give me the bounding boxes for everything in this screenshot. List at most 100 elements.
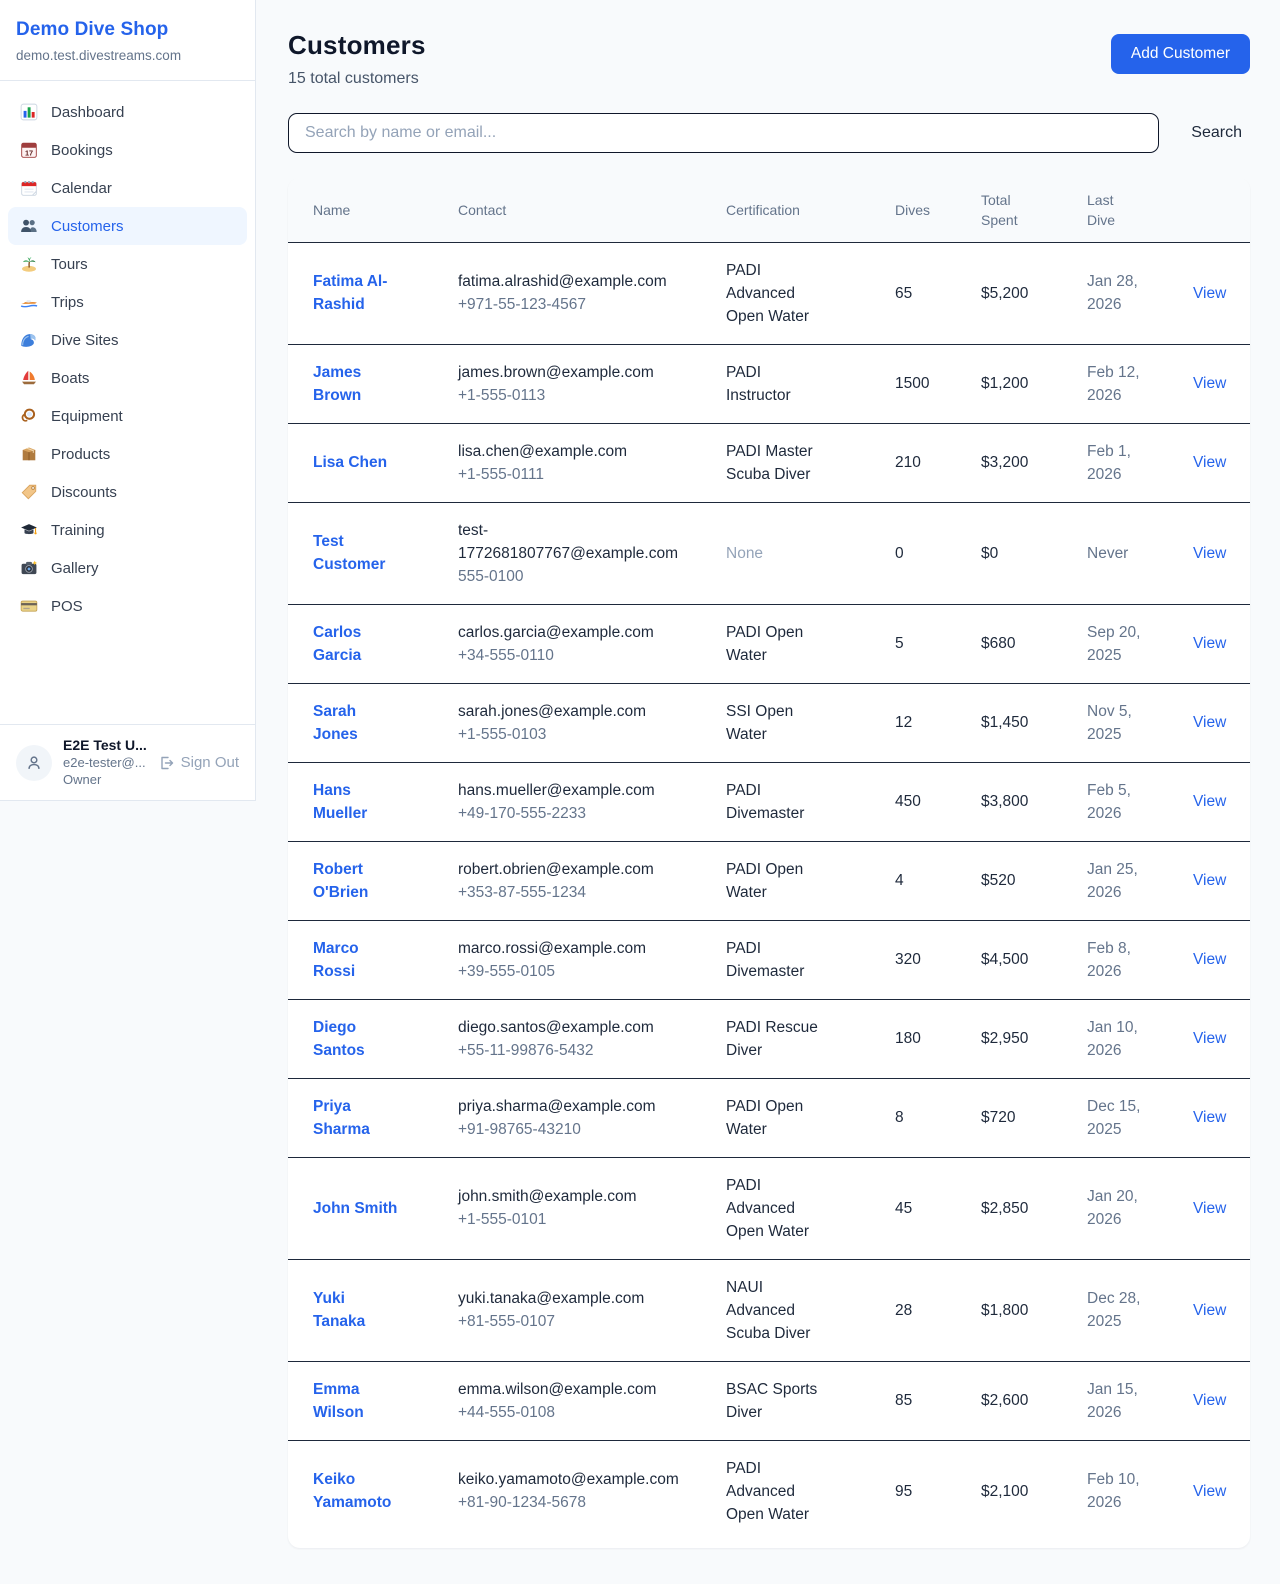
view-link[interactable]: View bbox=[1193, 714, 1226, 731]
customer-certification: PADI Rescue Diver bbox=[726, 1016, 825, 1062]
sidebar-item-discounts[interactable]: Discounts bbox=[8, 473, 247, 511]
sidebar-item-bookings[interactable]: 17 Bookings bbox=[8, 131, 247, 169]
search-row: Search bbox=[288, 113, 1250, 153]
add-customer-button[interactable]: Add Customer bbox=[1111, 34, 1250, 74]
sidebar-item-boats[interactable]: Boats bbox=[8, 359, 247, 397]
customer-email: robert.obrien@example.com bbox=[458, 858, 687, 881]
table-row: Carlos Garcia carlos.garcia@example.com … bbox=[288, 604, 1250, 683]
table-row: Yuki Tanaka yuki.tanaka@example.com +81-… bbox=[288, 1259, 1250, 1361]
customer-name-link[interactable]: Keiko Yamamoto bbox=[313, 1471, 391, 1511]
customer-dives: 320 bbox=[870, 920, 956, 999]
customer-certification: PADI Advanced Open Water bbox=[726, 1174, 825, 1243]
customer-name-link[interactable]: Test Customer bbox=[313, 533, 385, 573]
customer-last-dive: Feb 8, 2026 bbox=[1087, 940, 1131, 980]
view-link[interactable]: View bbox=[1193, 872, 1226, 889]
pos-icon bbox=[20, 597, 38, 615]
view-link[interactable]: View bbox=[1193, 285, 1226, 302]
customer-dives: 95 bbox=[870, 1440, 956, 1548]
customer-total-spent: $5,200 bbox=[956, 242, 1062, 344]
customer-phone: +44-555-0108 bbox=[458, 1401, 687, 1424]
table-row: Lisa Chen lisa.chen@example.com +1-555-0… bbox=[288, 423, 1250, 502]
customer-dives: 28 bbox=[870, 1259, 956, 1361]
view-link[interactable]: View bbox=[1193, 1109, 1226, 1126]
equipment-icon bbox=[20, 407, 38, 425]
customer-name-link[interactable]: James Brown bbox=[313, 364, 361, 404]
customer-phone: +81-555-0107 bbox=[458, 1310, 687, 1333]
customer-name-link[interactable]: Carlos Garcia bbox=[313, 624, 361, 664]
view-link[interactable]: View bbox=[1193, 454, 1226, 471]
customer-name-link[interactable]: Yuki Tanaka bbox=[313, 1290, 365, 1330]
view-link[interactable]: View bbox=[1193, 635, 1226, 652]
table-row: Robert O'Brien robert.obrien@example.com… bbox=[288, 841, 1250, 920]
customer-last-dive: Feb 1, 2026 bbox=[1087, 443, 1131, 483]
sidebar-item-label: Discounts bbox=[51, 484, 117, 501]
customer-certification: PADI Divemaster bbox=[726, 937, 825, 983]
customer-certification: PADI Open Water bbox=[726, 1095, 825, 1141]
sidebar-item-gallery[interactable]: Gallery bbox=[8, 549, 247, 587]
sign-out-icon bbox=[158, 755, 174, 771]
customer-name-link[interactable]: Diego Santos bbox=[313, 1019, 365, 1059]
sidebar-item-pos[interactable]: POS bbox=[8, 587, 247, 625]
customer-certification: PADI Open Water bbox=[726, 621, 825, 667]
sidebar-item-tours[interactable]: Tours bbox=[8, 245, 247, 283]
sidebar-item-customers[interactable]: Customers bbox=[8, 207, 247, 245]
sidebar-item-calendar[interactable]: Calendar bbox=[8, 169, 247, 207]
customer-name-link[interactable]: Lisa Chen bbox=[313, 454, 387, 471]
sidebar-item-trips[interactable]: Trips bbox=[8, 283, 247, 321]
view-link[interactable]: View bbox=[1193, 1392, 1226, 1409]
boats-icon bbox=[20, 369, 38, 387]
customer-phone: +49-170-555-2233 bbox=[458, 802, 687, 825]
products-icon bbox=[20, 445, 38, 463]
tours-icon bbox=[20, 255, 38, 273]
view-link[interactable]: View bbox=[1193, 1030, 1226, 1047]
customer-email: keiko.yamamoto@example.com bbox=[458, 1468, 687, 1491]
sidebar-item-training[interactable]: Training bbox=[8, 511, 247, 549]
search-button[interactable]: Search bbox=[1183, 118, 1250, 148]
sidebar-item-products[interactable]: Products bbox=[8, 435, 247, 473]
customer-last-dive: Sep 20, 2025 bbox=[1087, 624, 1140, 664]
customer-dives: 4 bbox=[870, 841, 956, 920]
customer-phone: +1-555-0103 bbox=[458, 723, 687, 746]
customer-email: test-1772681807767@example.com bbox=[458, 519, 687, 565]
customer-total-spent: $2,600 bbox=[956, 1361, 1062, 1440]
customer-name-link[interactable]: John Smith bbox=[313, 1200, 397, 1217]
calendar-icon bbox=[20, 179, 38, 197]
sidebar-item-equipment[interactable]: Equipment bbox=[8, 397, 247, 435]
search-input[interactable] bbox=[288, 113, 1159, 153]
customer-dives: 450 bbox=[870, 762, 956, 841]
customer-name-link[interactable]: Robert O'Brien bbox=[313, 861, 368, 901]
customer-name-link[interactable]: Sarah Jones bbox=[313, 703, 358, 743]
customer-certification: None bbox=[726, 542, 825, 565]
customer-name-link[interactable]: Emma Wilson bbox=[313, 1381, 364, 1421]
trips-icon bbox=[20, 293, 38, 311]
customer-certification: PADI Divemaster bbox=[726, 779, 825, 825]
customer-name-link[interactable]: Marco Rossi bbox=[313, 940, 359, 980]
view-link[interactable]: View bbox=[1193, 1200, 1226, 1217]
customer-name-link[interactable]: Fatima Al-Rashid bbox=[313, 273, 387, 313]
view-link[interactable]: View bbox=[1193, 793, 1226, 810]
customer-name-link[interactable]: Hans Mueller bbox=[313, 782, 367, 822]
view-link[interactable]: View bbox=[1193, 545, 1226, 562]
customer-phone: +39-555-0105 bbox=[458, 960, 687, 983]
training-icon bbox=[20, 521, 38, 539]
view-link[interactable]: View bbox=[1193, 951, 1226, 968]
table-row: John Smith john.smith@example.com +1-555… bbox=[288, 1157, 1250, 1259]
customer-certification: PADI Open Water bbox=[726, 858, 825, 904]
customer-last-dive: Feb 10, 2026 bbox=[1087, 1471, 1140, 1511]
customer-total-spent: $2,850 bbox=[956, 1157, 1062, 1259]
customer-phone: +55-11-99876-5432 bbox=[458, 1039, 687, 1062]
customer-total-spent: $2,100 bbox=[956, 1440, 1062, 1548]
view-link[interactable]: View bbox=[1193, 1483, 1226, 1500]
sign-out-button[interactable]: Sign Out bbox=[158, 754, 239, 771]
customer-name-link[interactable]: Priya Sharma bbox=[313, 1098, 370, 1138]
sidebar-item-dive-sites[interactable]: Dive Sites bbox=[8, 321, 247, 359]
customer-total-spent: $4,500 bbox=[956, 920, 1062, 999]
customer-last-dive: Dec 28, 2025 bbox=[1087, 1290, 1140, 1330]
sidebar-item-dashboard[interactable]: Dashboard bbox=[8, 93, 247, 131]
customer-total-spent: $3,800 bbox=[956, 762, 1062, 841]
customer-phone: +34-555-0110 bbox=[458, 644, 687, 667]
view-link[interactable]: View bbox=[1193, 375, 1226, 392]
customer-email: hans.mueller@example.com bbox=[458, 779, 687, 802]
view-link[interactable]: View bbox=[1193, 1302, 1226, 1319]
customer-phone: +81-90-1234-5678 bbox=[458, 1491, 687, 1514]
